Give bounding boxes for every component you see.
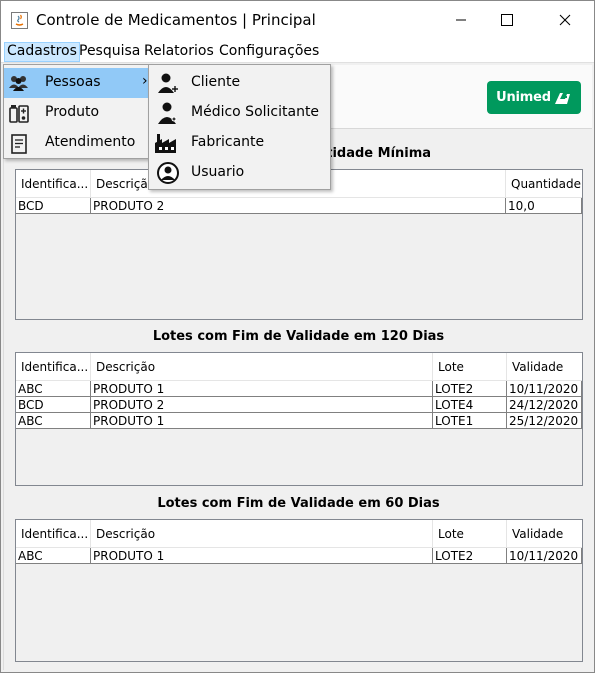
- col-lote[interactable]: Lote: [433, 520, 507, 548]
- menu-pesquisa[interactable]: Pesquisa: [77, 42, 142, 62]
- cell-descricao: PRODUTO 2: [91, 397, 433, 413]
- menu-item-produto[interactable]: Produto: [4, 98, 150, 128]
- menu-relatorios[interactable]: Relatorios: [142, 42, 216, 62]
- menu-item-cliente[interactable]: Cliente: [149, 68, 330, 98]
- minimize-button[interactable]: [438, 1, 484, 39]
- title-bar[interactable]: Controle de Medicamentos | Principal: [1, 1, 594, 39]
- menu-configuracoes[interactable]: Configurações: [217, 42, 321, 62]
- table-header: Identifica... Descrição Lote Validade: [16, 520, 582, 548]
- col-descricao[interactable]: Descrição: [91, 353, 433, 381]
- doctor-icon: [156, 101, 178, 124]
- menu-item-pessoas[interactable]: Pessoas ›: [4, 68, 150, 98]
- menu-item-atendimento[interactable]: Atendimento: [4, 128, 150, 158]
- menu-item-label: Usuario: [191, 164, 245, 180]
- medicine-icon: [8, 103, 30, 123]
- table-row[interactable]: ABC PRODUTO 1 LOTE2 10/11/2020: [16, 548, 582, 564]
- cell-descricao: PRODUTO 1: [91, 548, 433, 564]
- cell-identificacao: BCD: [16, 198, 91, 214]
- lots-120-days-table[interactable]: Identifica... Descrição Lote Validade AB…: [15, 352, 583, 486]
- menu-cadastros[interactable]: Cadastros: [4, 42, 80, 62]
- col-descricao[interactable]: Descrição: [91, 520, 433, 548]
- menu-item-fabricante[interactable]: Fabricante: [149, 128, 330, 158]
- cell-validade: 10/11/2020: [507, 381, 582, 397]
- cell-descricao: PRODUTO 2: [91, 198, 506, 214]
- cell-lote: LOTE1: [433, 413, 507, 429]
- col-lote[interactable]: Lote: [433, 353, 507, 381]
- people-icon: [8, 73, 30, 93]
- table-row[interactable]: BCD PRODUTO 2 LOTE4 24/12/2020: [16, 397, 582, 413]
- maximize-icon: [501, 14, 513, 26]
- cell-lote: LOTE2: [433, 381, 507, 397]
- table-row[interactable]: BCD PRODUTO 2 10,0: [16, 198, 582, 214]
- cell-lote: LOTE2: [433, 548, 507, 564]
- minimize-icon: [456, 19, 466, 21]
- window-title: Controle de Medicamentos | Principal: [36, 11, 316, 29]
- cell-descricao: PRODUTO 1: [91, 381, 433, 397]
- min-qty-table[interactable]: Identifica... Descrição Quantidade BCD P…: [15, 169, 583, 320]
- pessoas-submenu: Cliente Médico Solicitante Fabricante Us…: [148, 64, 331, 190]
- menu-item-label: Cliente: [191, 74, 241, 90]
- cell-validade: 24/12/2020: [507, 397, 582, 413]
- java-app-icon: [11, 12, 28, 29]
- col-identificacao[interactable]: Identifica...: [16, 520, 91, 548]
- section-120-days-title: Lotes com Fim de Validade em 120 Dias: [152, 329, 445, 344]
- cell-identificacao: ABC: [16, 548, 91, 564]
- lots-60-days-table[interactable]: Identifica... Descrição Lote Validade AB…: [15, 519, 583, 662]
- cell-validade: 25/12/2020: [507, 413, 582, 429]
- menu-item-label: Médico Solicitante: [191, 104, 320, 120]
- menu-bar: Cadastros Pesquisa Relatorios Configuraç…: [1, 39, 594, 63]
- document-icon: [10, 133, 32, 154]
- close-icon: [559, 14, 571, 26]
- unimed-logo-text: Unimed: [496, 90, 551, 105]
- submenu-arrow-icon: ›: [142, 73, 148, 89]
- menu-item-label: Atendimento: [45, 134, 136, 150]
- cell-descricao: PRODUTO 1: [91, 413, 433, 429]
- cell-validade: 10/11/2020: [507, 548, 582, 564]
- close-button[interactable]: [542, 1, 588, 39]
- table-row[interactable]: ABC PRODUTO 1 LOTE1 25/12/2020: [16, 413, 582, 429]
- cell-identificacao: ABC: [16, 381, 91, 397]
- section-min-qty-title: ntidade Mínima: [317, 146, 432, 161]
- cell-quantidade: 10,0: [506, 198, 582, 214]
- col-quantidade[interactable]: Quantidade: [506, 170, 582, 198]
- unimed-symbol-icon: [554, 92, 570, 104]
- factory-icon: [154, 131, 176, 153]
- cadastros-dropdown: Pessoas › Produto Atendimento: [3, 64, 151, 159]
- unimed-logo: Unimed: [487, 81, 581, 114]
- section-60-days-title: Lotes com Fim de Validade em 60 Dias: [157, 496, 440, 511]
- main-window: Controle de Medicamentos | Principal Cad…: [0, 0, 595, 673]
- col-identificacao[interactable]: Identifica...: [16, 353, 91, 381]
- menu-item-medico-solicitante[interactable]: Médico Solicitante: [149, 98, 330, 128]
- table-row[interactable]: ABC PRODUTO 1 LOTE2 10/11/2020: [16, 381, 582, 397]
- col-validade[interactable]: Validade: [507, 520, 582, 548]
- menu-item-label: Fabricante: [191, 134, 265, 150]
- menu-item-usuario[interactable]: Usuario: [149, 158, 330, 188]
- maximize-button[interactable]: [484, 1, 530, 39]
- user-circle-icon: [156, 161, 179, 184]
- user-add-icon: [156, 71, 178, 93]
- col-validade[interactable]: Validade: [507, 353, 582, 381]
- cell-identificacao: ABC: [16, 413, 91, 429]
- cell-identificacao: BCD: [16, 397, 91, 413]
- menu-item-label: Pessoas: [45, 74, 101, 90]
- col-identificacao[interactable]: Identifica...: [16, 170, 91, 198]
- cell-lote: LOTE4: [433, 397, 507, 413]
- menu-item-label: Produto: [45, 104, 100, 120]
- table-header: Identifica... Descrição Lote Validade: [16, 353, 582, 381]
